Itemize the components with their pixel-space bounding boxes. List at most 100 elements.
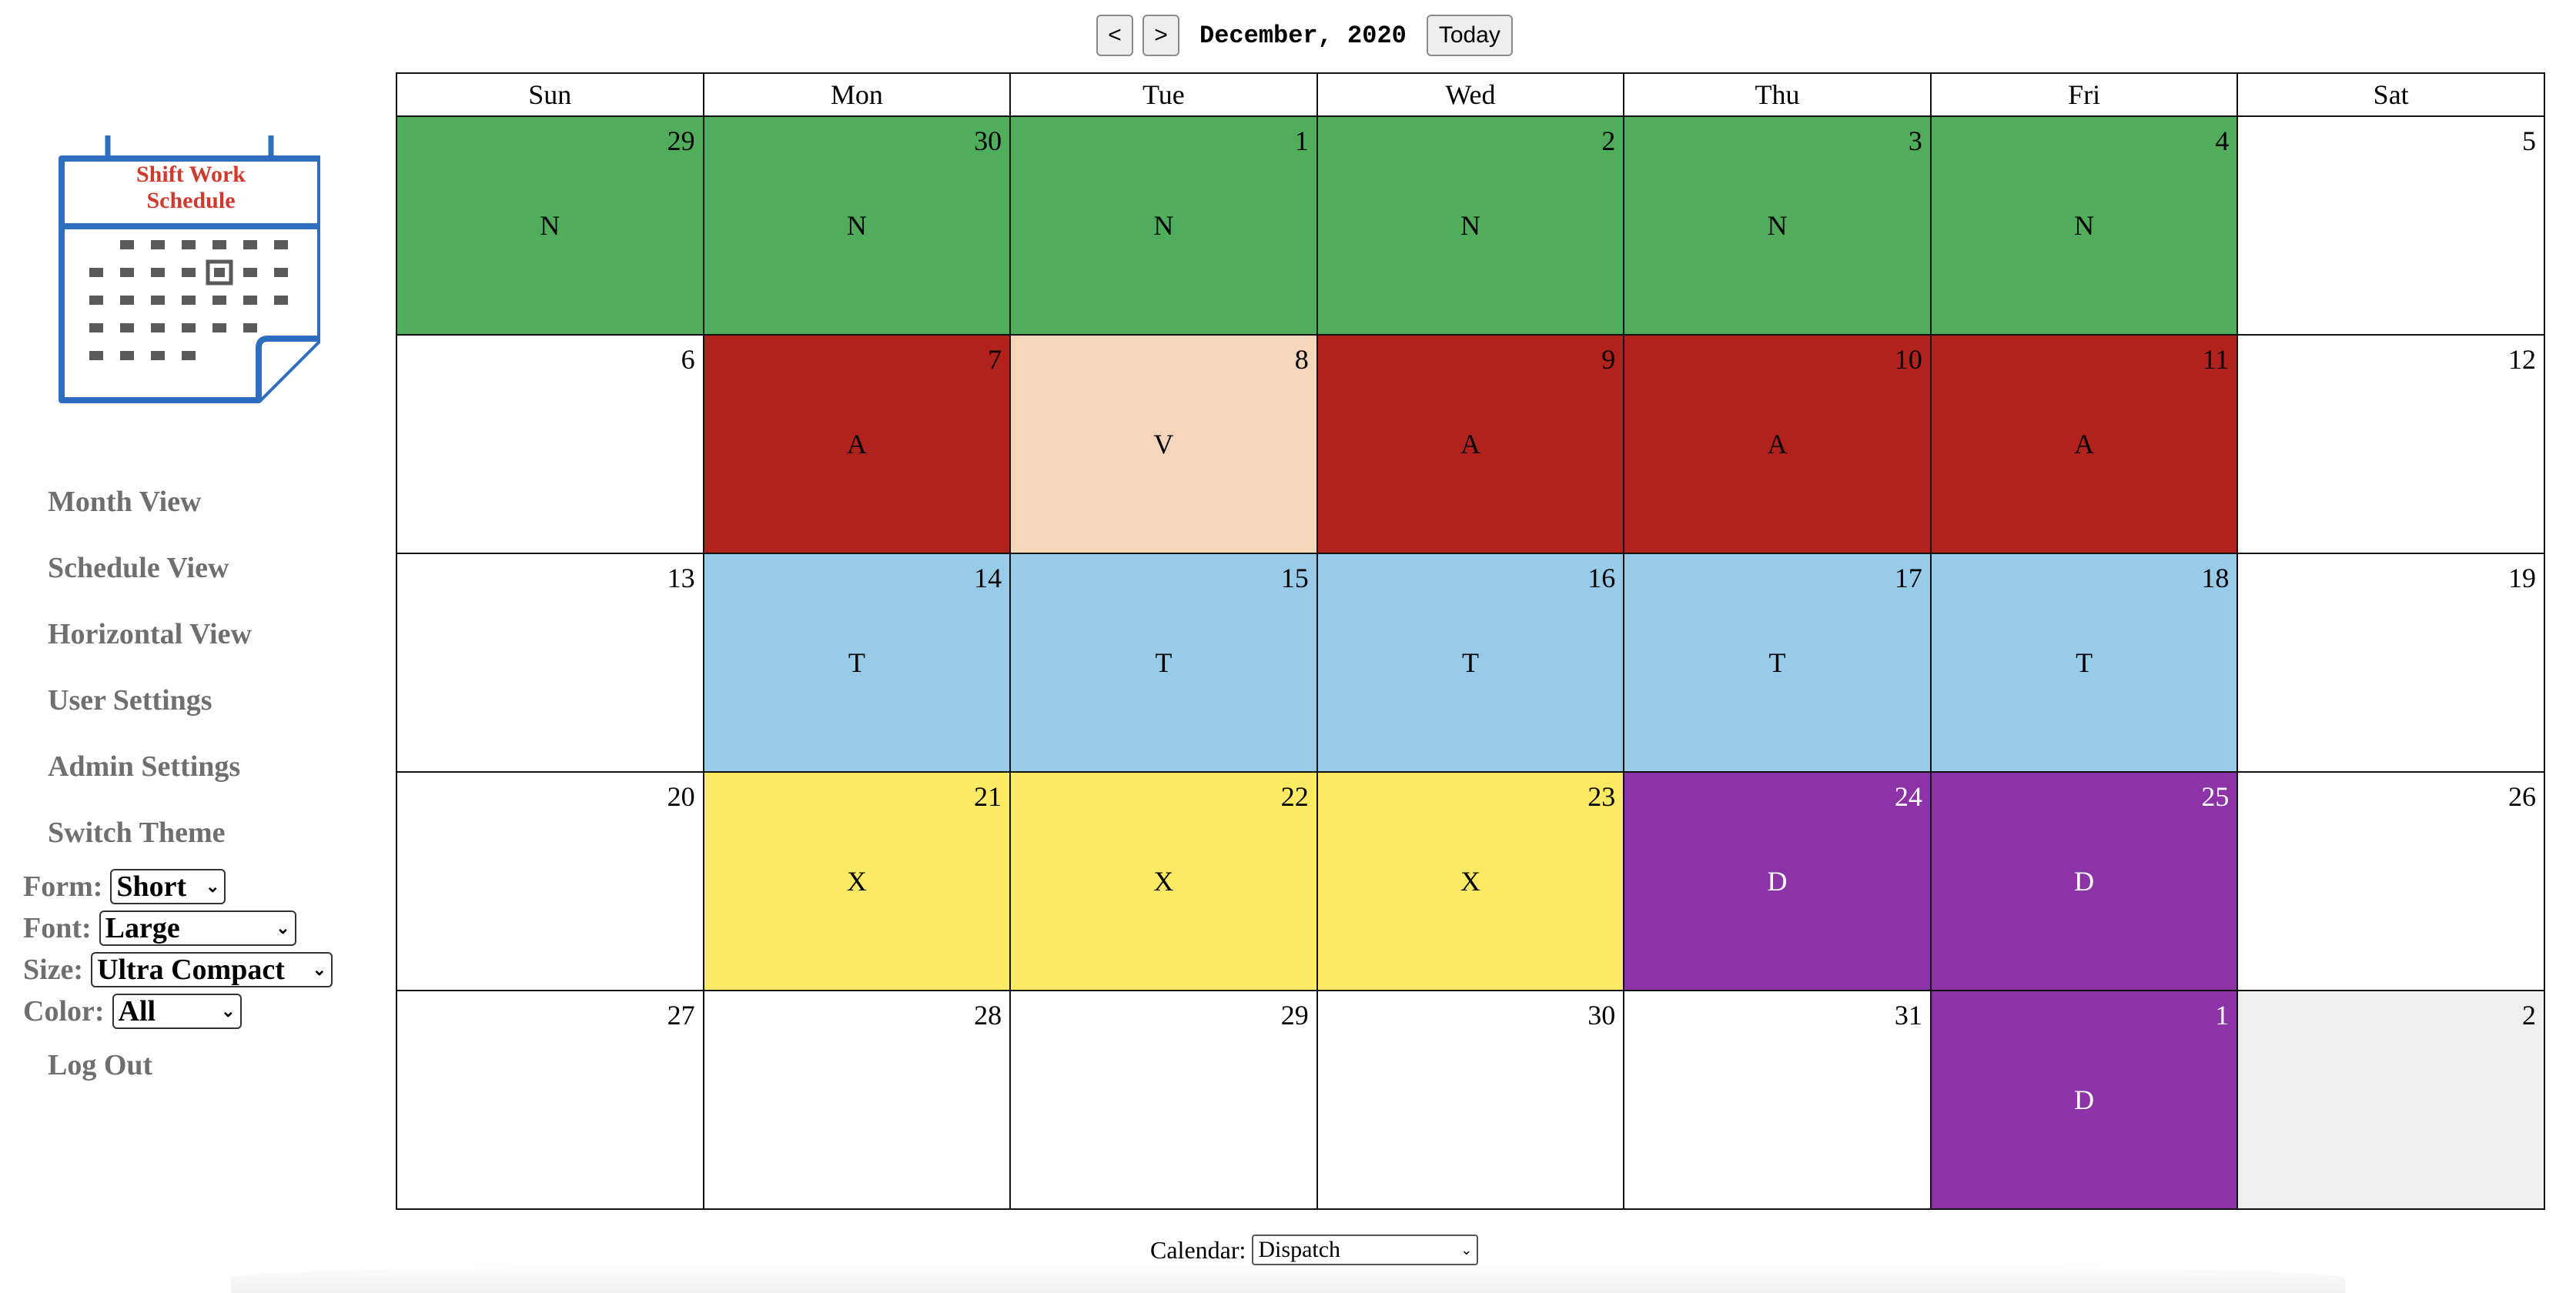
calendar-day-cell[interactable]: 4N <box>1929 115 2239 336</box>
calendar-day-cell[interactable]: 29 <box>1009 990 1318 1210</box>
calendar-week-row: 6 7 A 8 V 9 A 10 A 11 A 12 <box>396 334 2545 554</box>
month-navigation: < > December, 2020 Today <box>1096 14 1513 57</box>
calendar-day-cell[interactable]: 19 <box>2236 553 2545 773</box>
calendar-day-cell[interactable]: 14 T <box>702 553 1012 773</box>
size-select-value: Ultra Compact <box>97 954 285 986</box>
calendar-day-cell[interactable]: 16 T <box>1316 553 1625 773</box>
chevron-down-icon: ⌄ <box>312 960 327 979</box>
calendar-day-cell[interactable]: 13 <box>396 553 704 773</box>
color-label: Color: <box>23 995 105 1027</box>
calendar-day-cell[interactable]: 27 <box>396 990 704 1210</box>
day-number: 1 <box>2215 1000 2230 1031</box>
calendar-day-cell[interactable]: 23 X <box>1316 771 1625 991</box>
calendar-week-row: 20 21 X 22 X 23 X 24 D 25 D 26 <box>396 771 2545 991</box>
size-label: Size: <box>23 954 84 986</box>
day-number: 22 <box>1280 781 1309 812</box>
calendar-day-cell[interactable]: 30 <box>1316 990 1625 1210</box>
day-number: 1 <box>1294 125 1309 156</box>
calendar-select-value: Dispatch <box>1258 1237 1341 1262</box>
calendar-day-cell[interactable]: 2N <box>1316 115 1625 336</box>
size-option-row: Size: Ultra Compact ⌄ <box>23 951 333 988</box>
calendar-day-cell[interactable]: 1N <box>1009 115 1318 336</box>
calendar-day-cell[interactable]: 30 N <box>702 115 1012 336</box>
nav-user-settings[interactable]: User Settings <box>48 683 212 717</box>
font-select[interactable]: Large ⌄ <box>99 910 296 946</box>
color-select-value: All <box>118 995 156 1027</box>
calendar-day-cell[interactable]: 22 X <box>1009 771 1318 991</box>
calendar-day-cell[interactable]: 12 <box>2236 334 2545 554</box>
nav-admin-settings[interactable]: Admin Settings <box>48 750 240 783</box>
calendar-day-cell[interactable]: 5 <box>2236 115 2545 336</box>
calendar-day-cell[interactable]: 9A <box>1316 334 1625 554</box>
nav-schedule-view[interactable]: Schedule View <box>48 551 229 585</box>
calendar-day-cell[interactable]: 26 <box>2236 771 2545 991</box>
weekday-header-tue: Tue <box>1009 72 1318 117</box>
shift-code: X <box>1153 866 1174 897</box>
calendar-day-cell[interactable]: 1D <box>1929 990 2239 1210</box>
calendar-week-row: 29 N 30 N 1 N 2 N 3 N 4 N 5 <box>396 115 2545 336</box>
calendar-day-cell[interactable]: 17 T <box>1623 553 1932 773</box>
nav-horizontal-view[interactable]: Horizontal View <box>48 617 252 651</box>
calendar-day-cell[interactable]: 24 D <box>1623 771 1932 991</box>
shift-code: V <box>1153 429 1174 459</box>
day-number: 8 <box>1294 344 1309 375</box>
weekday-header-wed: Wed <box>1316 72 1625 117</box>
shift-code: D <box>2074 1084 2095 1115</box>
month-calendar-grid: Sun Mon Tue Wed Thu Fri Sat 29 N 30 N 1 N 2 N 3 N… <box>396 72 2545 1210</box>
day-number: 29 <box>667 125 695 156</box>
shift-code: A <box>846 429 867 459</box>
day-number: 13 <box>667 563 695 593</box>
calendar-day-cell[interactable]: 25 D <box>1929 771 2239 991</box>
day-number: 2 <box>2522 1000 2536 1031</box>
calendar-day-cell[interactable]: 28 <box>702 990 1012 1210</box>
calendar-day-cell[interactable]: 15 T <box>1009 553 1318 773</box>
calendar-day-cell[interactable]: 21 X <box>702 771 1012 991</box>
nav-switch-theme[interactable]: Switch Theme <box>48 816 225 850</box>
day-number: 10 <box>1894 344 1922 375</box>
form-option-row: Form: Short ⌄ <box>23 868 226 905</box>
day-number: 16 <box>1587 563 1616 593</box>
shift-code: N <box>540 210 560 241</box>
day-number: 3 <box>1908 125 1922 156</box>
day-number: 6 <box>681 344 695 375</box>
calendar-day-cell[interactable]: 6 <box>396 334 704 554</box>
calendar-week-row: 13 14 T 15 T 16 T 17 T 18 T 19 <box>396 553 2545 773</box>
calendar-day-cell[interactable]: 11 A <box>1929 334 2239 554</box>
day-number: 19 <box>2508 563 2536 593</box>
chevron-down-icon: ⌄ <box>276 918 290 937</box>
nav-month-view[interactable]: Month View <box>48 485 202 519</box>
size-select[interactable]: Ultra Compact ⌄ <box>91 952 333 987</box>
color-select[interactable]: All ⌄ <box>112 994 242 1029</box>
calendar-day-cell[interactable]: 10 A <box>1623 334 1932 554</box>
form-select-value: Short <box>116 870 187 903</box>
form-select[interactable]: Short ⌄ <box>110 869 226 904</box>
shift-code: A <box>1767 429 1788 459</box>
shift-code: T <box>1768 647 1786 678</box>
day-number: 31 <box>1894 1000 1922 1031</box>
calendar-day-cell[interactable]: 3N <box>1623 115 1932 336</box>
calendar-day-cell[interactable]: 18 T <box>1929 553 2239 773</box>
calendar-day-cell[interactable]: 29 N <box>396 115 704 336</box>
month-title: December, 2020 <box>1199 21 1407 50</box>
shift-code: T <box>1461 647 1479 678</box>
nav-log-out[interactable]: Log Out <box>48 1048 152 1082</box>
shift-code: X <box>846 866 867 897</box>
shift-code: T <box>2076 647 2093 678</box>
day-number: 27 <box>667 1000 695 1031</box>
calendar-day-cell[interactable]: 8V <box>1009 334 1318 554</box>
shift-code: A <box>1460 429 1480 459</box>
prev-month-button[interactable]: < <box>1096 15 1133 56</box>
next-month-button[interactable]: > <box>1142 15 1179 56</box>
calendar-day-cell[interactable]: 2 <box>2236 990 2545 1210</box>
chevron-down-icon: ⌄ <box>205 877 220 896</box>
chevron-down-icon: ⌄ <box>221 1001 236 1021</box>
today-button[interactable]: Today <box>1426 15 1513 56</box>
shift-code: T <box>1155 647 1173 678</box>
weekday-header-row: Sun Mon Tue Wed Thu Fri Sat <box>396 72 2545 117</box>
calendar-day-cell[interactable]: 31 <box>1623 990 1932 1210</box>
day-number: 29 <box>1280 1000 1309 1031</box>
calendar-day-cell[interactable]: 7A <box>702 334 1012 554</box>
calendar-day-cell[interactable]: 20 <box>396 771 704 991</box>
shift-code: D <box>1767 866 1788 897</box>
calendar-select[interactable]: Dispatch ⌄ <box>1252 1235 1479 1265</box>
